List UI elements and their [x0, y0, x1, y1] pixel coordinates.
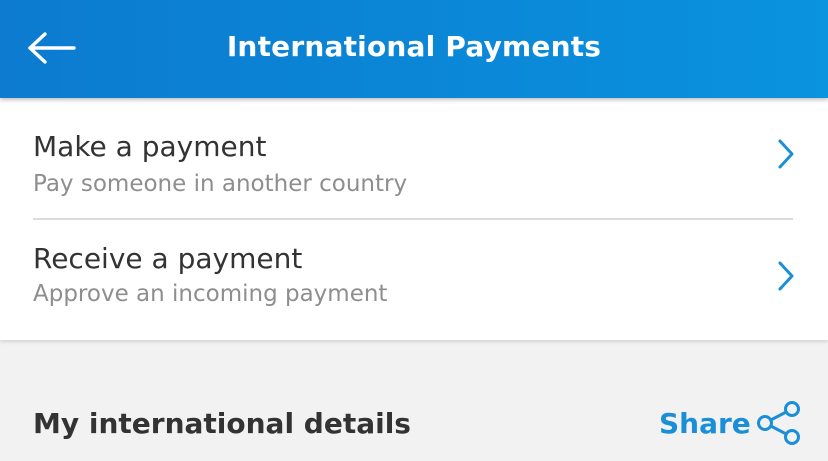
share-icon [757, 401, 800, 445]
payment-options-list: Make a payment Pay someone in another co… [0, 98, 828, 340]
share-button[interactable]: Share [655, 398, 805, 448]
make-payment-subtitle: Pay someone in another country [33, 171, 408, 197]
page-title: International Payments [226, 30, 602, 63]
app-header: International Payments [0, 0, 828, 98]
receive-payment-title: Receive a payment [33, 242, 303, 275]
share-label: Share [659, 407, 751, 440]
chevron-right-icon [778, 261, 794, 291]
make-payment-item[interactable]: Make a payment Pay someone in another co… [0, 106, 828, 218]
chevron-right-icon [778, 139, 794, 169]
receive-payment-item[interactable]: Receive a payment Approve an incoming pa… [0, 220, 828, 332]
section-title: My international details [33, 407, 411, 440]
make-payment-title: Make a payment [33, 130, 267, 163]
receive-payment-subtitle: Approve an incoming payment [33, 281, 388, 307]
international-details-section: My international details Share [0, 340, 828, 461]
